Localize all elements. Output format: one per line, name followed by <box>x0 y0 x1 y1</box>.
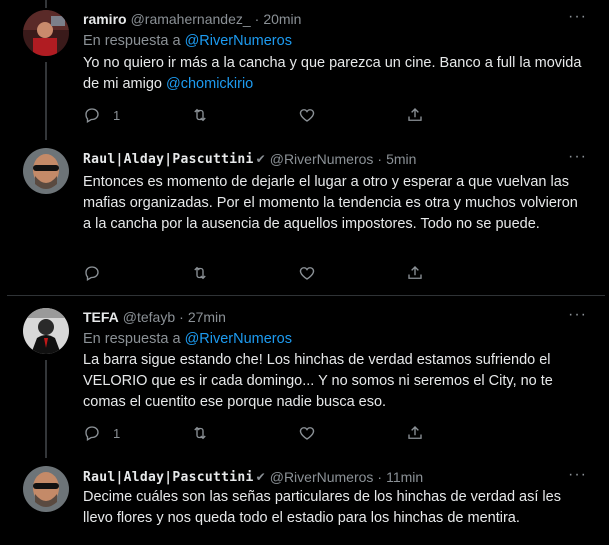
tweet-text: La barra sigue estando che! Los hinchas … <box>83 352 553 410</box>
tweet-text: Yo no quiero ir más a la cancha y que pa… <box>83 53 583 95</box>
user-handle[interactable]: @RiverNumeros <box>270 151 374 167</box>
tweet-ramiro[interactable]: ramiro @ramahernandez_ · 20min ··· En re… <box>0 0 609 140</box>
verified-icon: ✔ <box>255 470 266 484</box>
separator: · <box>179 309 184 325</box>
reply-button[interactable]: 1 <box>83 106 191 124</box>
timestamp[interactable]: 11min <box>386 469 423 485</box>
retweet-icon <box>193 426 206 440</box>
conversation-feed: ramiro @ramahernandez_ · 20min ··· En re… <box>0 0 609 545</box>
tweet-text: Entonces es momento de dejarle el lugar … <box>83 174 578 232</box>
reply-button[interactable]: 1 <box>83 424 191 442</box>
reply-mention[interactable]: @RiverNumeros <box>185 33 292 49</box>
display-name[interactable]: ramiro <box>83 11 127 27</box>
reply-context: En respuesta a @RiverNumeros <box>83 331 292 347</box>
separator: · <box>377 151 383 167</box>
retweet-button[interactable] <box>191 264 299 282</box>
reply-prefix: En respuesta a <box>83 331 181 347</box>
user-handle[interactable]: @ramahernandez_ <box>131 11 251 27</box>
avatar[interactable] <box>23 466 69 512</box>
more-icon[interactable]: ··· <box>568 306 587 324</box>
separator: · <box>254 11 260 27</box>
reply-count: 1 <box>113 107 121 123</box>
tweet-header: Raul|Alday|Pascuttini ✔ @RiverNumeros · … <box>83 469 423 485</box>
avatar[interactable] <box>23 10 69 56</box>
mention-link[interactable]: @chomickirio <box>166 76 253 92</box>
tweet-raul-1[interactable]: Raul|Alday|Pascuttini ✔ @RiverNumeros · … <box>0 140 609 295</box>
separator: · <box>377 469 383 485</box>
tweet-raul-2[interactable]: Raul|Alday|Pascuttini ✔ @RiverNumeros · … <box>0 458 609 545</box>
reply-count: 1 <box>113 425 121 441</box>
action-bar <box>83 264 513 282</box>
reply-context: En respuesta a @RiverNumeros <box>83 33 292 49</box>
user-handle[interactable]: @RiverNumeros <box>270 469 374 485</box>
retweet-icon <box>193 108 206 122</box>
reply-icon <box>85 266 99 281</box>
like-button[interactable] <box>298 264 406 282</box>
avatar[interactable] <box>23 148 69 194</box>
like-icon <box>299 109 315 122</box>
reply-prefix: En respuesta a <box>83 33 181 49</box>
share-button[interactable] <box>406 106 514 124</box>
user-handle[interactable]: @tefayb <box>123 309 175 325</box>
share-icon <box>407 108 422 121</box>
reply-icon <box>85 426 99 441</box>
more-icon[interactable]: ··· <box>568 8 587 26</box>
like-icon <box>299 267 315 280</box>
action-bar: 1 <box>83 424 513 442</box>
retweet-button[interactable] <box>191 106 299 124</box>
display-name[interactable]: TEFA <box>83 309 119 325</box>
retweet-icon <box>193 266 206 280</box>
display-name[interactable]: Raul|Alday|Pascuttini <box>83 152 254 167</box>
reply-button[interactable] <box>83 264 191 282</box>
more-icon[interactable]: ··· <box>568 466 587 484</box>
tweet-text: Decime cuáles son las señas particulares… <box>83 489 561 526</box>
share-button[interactable] <box>406 264 514 282</box>
thread-line <box>45 62 47 140</box>
retweet-button[interactable] <box>191 424 299 442</box>
tweet-header: ramiro @ramahernandez_ · 20min <box>83 11 301 27</box>
display-name[interactable]: Raul|Alday|Pascuttini <box>83 470 254 485</box>
timestamp[interactable]: 20min <box>263 11 301 27</box>
more-icon[interactable]: ··· <box>568 148 587 166</box>
timestamp[interactable]: 5min <box>386 151 416 167</box>
tweet-header: TEFA @tefayb · 27min <box>83 309 226 325</box>
verified-icon: ✔ <box>255 152 266 166</box>
reply-icon <box>85 108 99 123</box>
tweet-text-body: Yo no quiero ir más a la cancha y que pa… <box>83 55 582 92</box>
share-icon <box>407 426 422 439</box>
like-button[interactable] <box>298 424 406 442</box>
share-button[interactable] <box>406 424 514 442</box>
avatar[interactable] <box>23 308 69 354</box>
tweet-tefa[interactable]: TEFA @tefayb · 27min ··· En respuesta a … <box>0 296 609 458</box>
like-icon <box>299 427 315 440</box>
timestamp[interactable]: 27min <box>188 309 226 325</box>
action-bar: 1 <box>83 106 513 124</box>
thread-line <box>45 0 47 8</box>
like-button[interactable] <box>298 106 406 124</box>
tweet-header: Raul|Alday|Pascuttini ✔ @RiverNumeros · … <box>83 151 416 167</box>
thread-line <box>45 360 47 458</box>
reply-mention[interactable]: @RiverNumeros <box>185 331 292 347</box>
share-icon <box>407 266 422 279</box>
